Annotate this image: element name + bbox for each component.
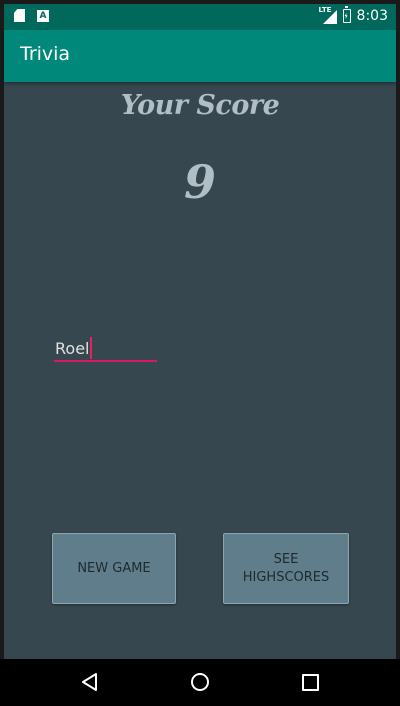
signal-icon xyxy=(322,10,337,24)
back-icon[interactable] xyxy=(82,673,98,695)
score-value: 9 xyxy=(183,155,216,209)
see-highscores-label: SEE HIGHSCORES xyxy=(242,551,330,585)
home-icon[interactable] xyxy=(191,673,209,691)
name-input-value: Roel xyxy=(55,339,90,358)
name-input-underline xyxy=(54,360,157,362)
new-game-button[interactable]: NEW GAME xyxy=(52,533,176,604)
see-highscores-button[interactable]: SEE HIGHSCORES xyxy=(223,533,349,604)
lte-signal-icon: LTE xyxy=(319,6,337,24)
score-label: Your Score xyxy=(120,90,280,121)
main-content: Your Score 9 Roel NEW GAME SEE HIGHSCORE… xyxy=(4,82,396,659)
battery-charging-icon xyxy=(342,6,351,23)
new-game-label: NEW GAME xyxy=(77,560,151,576)
a-notification-icon: A xyxy=(37,9,49,22)
status-bar: A LTE 8:03 xyxy=(4,4,396,30)
status-bar-left: A xyxy=(14,9,49,22)
name-input-text[interactable]: Roel xyxy=(55,337,93,359)
app-title: Trivia xyxy=(20,43,71,65)
sd-card-icon xyxy=(14,9,25,22)
app-bar: Trivia xyxy=(4,30,396,82)
device-screen: A LTE 8:03 Trivia Your Score 9 Roel NEW … xyxy=(0,0,400,706)
text-cursor xyxy=(90,337,93,359)
name-input[interactable]: Roel xyxy=(54,334,157,362)
status-bar-right: LTE 8:03 xyxy=(319,6,388,24)
navigation-bar xyxy=(0,659,400,706)
recents-icon[interactable] xyxy=(302,674,319,691)
status-time: 8:03 xyxy=(356,8,388,24)
